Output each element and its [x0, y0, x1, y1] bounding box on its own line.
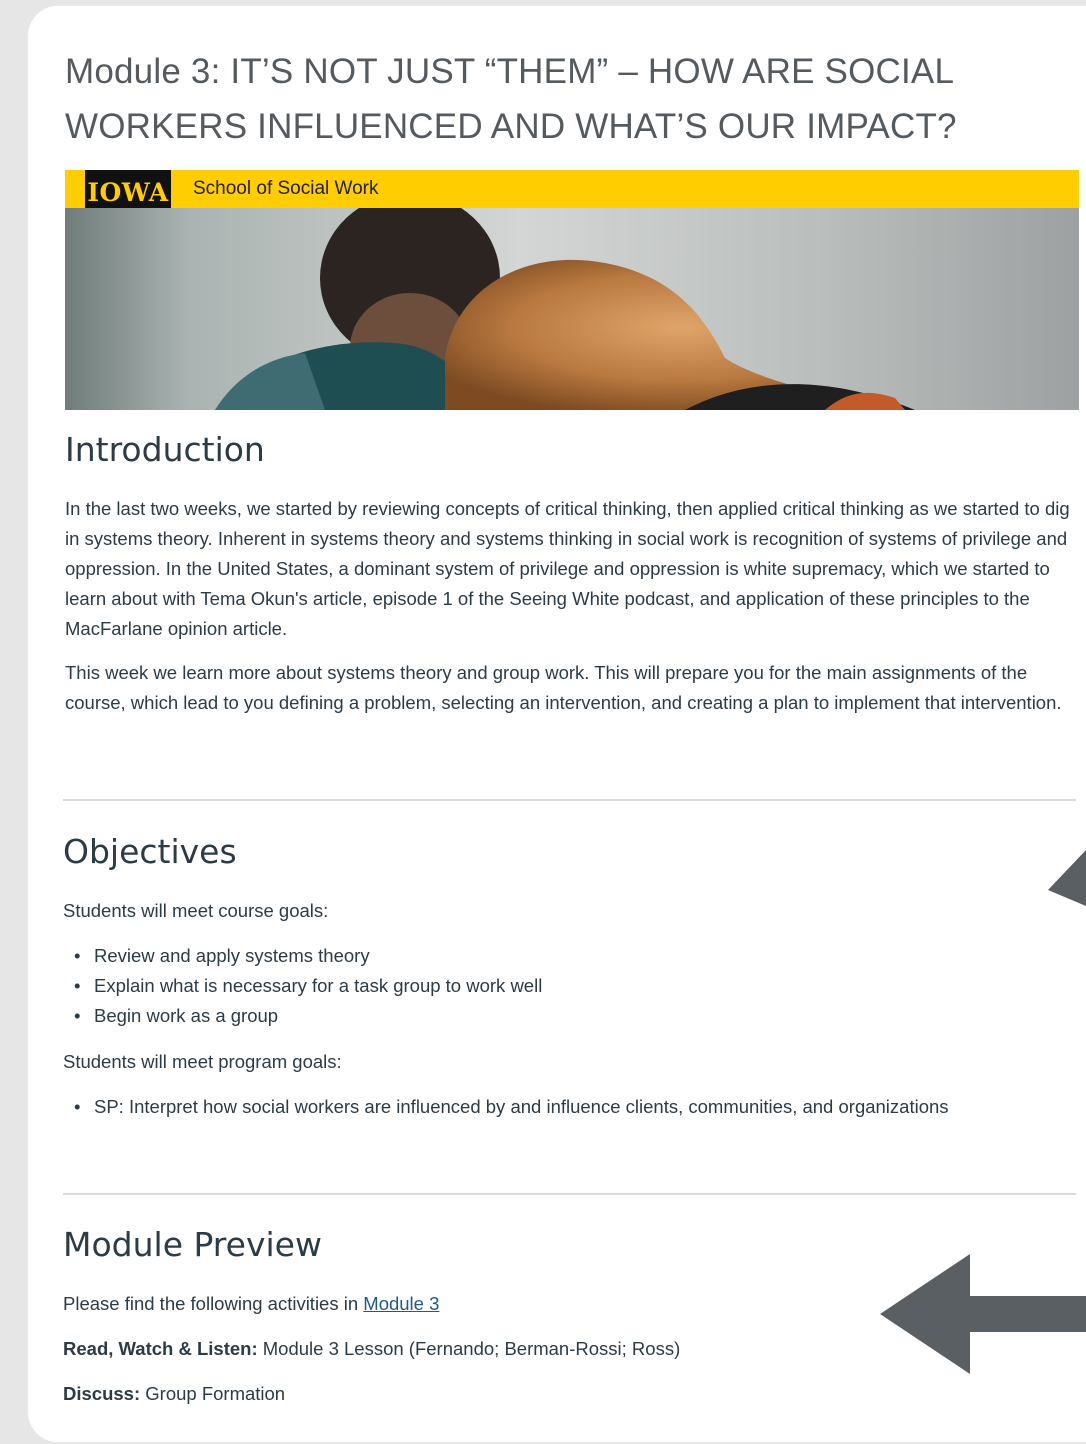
page-title: Module 3: IT’S NOT JUST “THEM” – HOW ARE…	[65, 52, 957, 146]
program-goals-list: SP: Interpret how social workers are inf…	[74, 1092, 949, 1122]
course-goals-list: Review and apply systems theory Explain …	[74, 941, 542, 1031]
banner-photo	[65, 208, 1079, 410]
preview-intro: Please find the following activities in …	[63, 1289, 439, 1319]
discuss-line: Discuss: Group Formation	[63, 1379, 285, 1409]
section-divider	[63, 1193, 1076, 1195]
preview-intro-text: Please find the following activities in	[63, 1293, 364, 1314]
read-label: Read, Watch & Listen:	[63, 1338, 258, 1359]
intro-paragraph: This week we learn more about systems th…	[65, 662, 1062, 713]
section-divider	[63, 799, 1076, 801]
discuss-value: Group Formation	[140, 1383, 286, 1404]
module-3-link[interactable]: Module 3	[363, 1293, 439, 1314]
list-item: SP: Interpret how social workers are inf…	[74, 1092, 949, 1122]
discuss-label: Discuss:	[63, 1383, 141, 1404]
introduction-body: In the last two weeks, we started by rev…	[65, 494, 1075, 732]
read-watch-listen-line: Read, Watch & Listen: Module 3 Lesson (F…	[63, 1334, 680, 1364]
banner-image: IOWA School of Social Work	[65, 170, 1079, 410]
list-item: Review and apply systems theory	[74, 941, 542, 971]
read-value: Module 3 Lesson (Fernando; Berman-Rossi;…	[257, 1338, 681, 1359]
content-card: Module 3: IT’S NOT JUST “THEM” – HOW ARE…	[28, 6, 1086, 1442]
introduction-heading: Introduction	[65, 430, 265, 469]
program-goals-intro: Students will meet program goals:	[63, 1051, 342, 1072]
objectives-heading: Objectives	[63, 832, 237, 871]
arrow-icon	[1048, 850, 1086, 906]
course-goals-intro: Students will meet course goals:	[63, 900, 329, 921]
list-item: Explain what is necessary for a task gro…	[74, 971, 542, 1001]
module-preview-heading: Module Preview	[63, 1225, 322, 1264]
left-arrow-icon	[880, 1254, 1086, 1374]
school-name: School of Social Work	[193, 178, 379, 199]
intro-paragraph: In the last two weeks, we started by rev…	[65, 498, 1070, 639]
list-item: Begin work as a group	[74, 1001, 542, 1031]
